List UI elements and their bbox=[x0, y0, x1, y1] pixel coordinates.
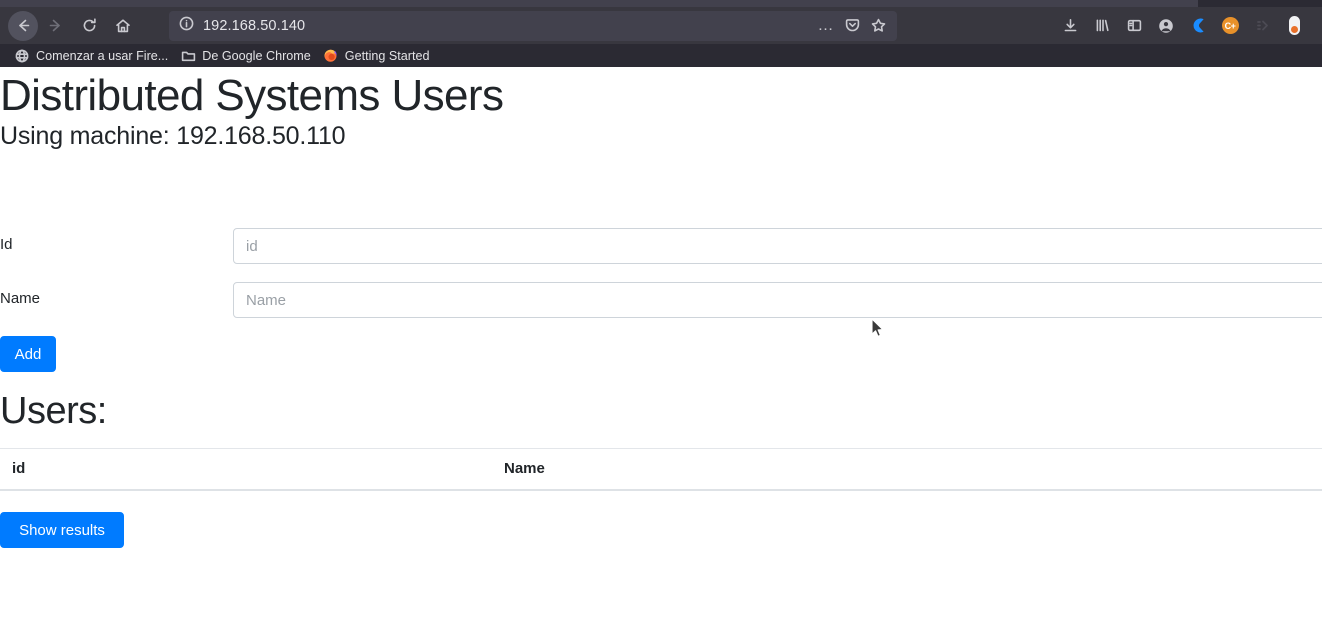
column-header-name: Name bbox=[492, 448, 1322, 491]
bookmark-item-getting-started[interactable]: Getting Started bbox=[318, 45, 437, 66]
back-button[interactable] bbox=[8, 10, 38, 41]
reload-button[interactable] bbox=[72, 11, 106, 41]
cplus-badge: C+ bbox=[1221, 17, 1239, 34]
bookmark-item-google-chrome-folder[interactable]: De Google Chrome bbox=[175, 45, 318, 66]
column-header-id: id bbox=[0, 448, 492, 491]
browser-chrome: 192.168.50.140 … C+ Comenzar a usar Fire… bbox=[0, 0, 1322, 67]
page-title: Distributed Systems Users bbox=[0, 71, 504, 120]
pill-shape bbox=[1288, 16, 1300, 35]
bookmark-label: Comenzar a usar Fire... bbox=[36, 48, 169, 63]
page-content: Distributed Systems Users Using machine:… bbox=[0, 67, 1322, 641]
show-results-button[interactable]: Show results bbox=[0, 512, 124, 548]
sidebar-icon[interactable] bbox=[1118, 11, 1150, 41]
folder-icon bbox=[180, 48, 196, 64]
toolbar-right-icons: C+ bbox=[1054, 11, 1314, 41]
info-icon[interactable] bbox=[179, 16, 194, 36]
bookmarks-bar: Comenzar a usar Fire... De Google Chrome… bbox=[0, 44, 1322, 67]
globe-icon bbox=[14, 48, 30, 64]
users-table-head: id Name bbox=[0, 448, 1322, 491]
forward-arrow-icon bbox=[49, 19, 60, 32]
home-button[interactable] bbox=[106, 11, 140, 41]
forward-button[interactable] bbox=[38, 11, 72, 41]
downloads-icon[interactable] bbox=[1054, 11, 1086, 41]
url-bar[interactable]: 192.168.50.140 … bbox=[169, 10, 897, 41]
bookmark-label: Getting Started bbox=[344, 48, 430, 63]
bookmark-item-comenzar[interactable]: Comenzar a usar Fire... bbox=[9, 45, 175, 66]
name-input[interactable] bbox=[233, 282, 1322, 318]
page-subtitle: Using machine: 192.168.50.110 bbox=[0, 122, 346, 150]
bookmark-label: De Google Chrome bbox=[202, 48, 311, 63]
extension-crescent-icon[interactable] bbox=[1182, 11, 1214, 41]
name-label: Name bbox=[0, 290, 41, 307]
reload-icon bbox=[83, 18, 96, 32]
users-table: id Name bbox=[0, 448, 1322, 491]
id-label: Id bbox=[0, 236, 13, 253]
id-input[interactable] bbox=[233, 228, 1322, 264]
mouse-cursor bbox=[871, 318, 884, 337]
back-arrow-icon bbox=[18, 19, 29, 32]
tab-strip[interactable] bbox=[0, 0, 1322, 7]
page-actions-dots-icon: … bbox=[817, 16, 835, 34]
users-heading: Users: bbox=[0, 390, 107, 432]
pocket-icon[interactable] bbox=[839, 13, 865, 39]
firefox-icon bbox=[323, 48, 339, 64]
table-header-row: id Name bbox=[0, 448, 1322, 491]
extension-cplus-icon[interactable]: C+ bbox=[1214, 11, 1246, 41]
url-text[interactable]: 192.168.50.140 bbox=[203, 18, 813, 34]
home-icon bbox=[116, 18, 130, 32]
extension-dim-icon[interactable] bbox=[1246, 11, 1278, 41]
library-icon[interactable] bbox=[1086, 11, 1118, 41]
account-icon[interactable] bbox=[1150, 11, 1182, 41]
page-actions-button[interactable]: … bbox=[813, 13, 839, 39]
form-row-name: Name bbox=[0, 282, 1322, 318]
bookmark-star-icon[interactable] bbox=[865, 13, 891, 39]
add-button[interactable]: Add bbox=[0, 336, 56, 372]
navigation-toolbar: 192.168.50.140 … C+ bbox=[0, 7, 1322, 44]
form-row-id: Id bbox=[0, 228, 1322, 264]
active-tab[interactable] bbox=[0, 0, 1198, 7]
extension-pill-icon[interactable] bbox=[1278, 11, 1310, 41]
